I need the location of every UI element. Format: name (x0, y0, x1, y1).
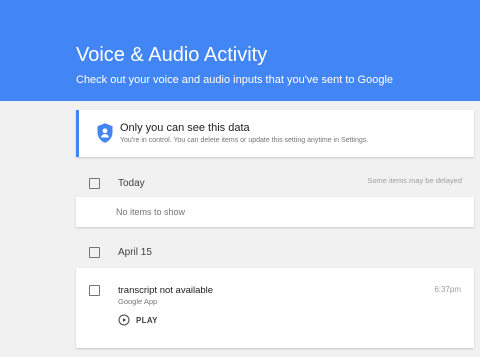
day-header-today: Today Some items may be delayed (76, 168, 474, 198)
day-header-april-15: April 15 (76, 237, 474, 267)
page-subtitle: Check out your voice and audio inputs th… (76, 74, 394, 86)
day-label-april-15: April 15 (118, 247, 152, 258)
select-item-checkbox[interactable] (89, 285, 100, 296)
privacy-notice-card: Only you can see this data You're in con… (76, 110, 474, 157)
page-title: Voice & Audio Activity (76, 44, 268, 66)
page-header: Voice & Audio Activity Check out your vo… (0, 0, 480, 101)
select-day-today-checkbox[interactable] (89, 178, 100, 189)
shield-person-icon (97, 123, 113, 143)
play-circle-icon (118, 314, 130, 326)
item-source: Google App (118, 297, 158, 306)
play-label: PLAY (136, 315, 158, 325)
select-day-april-15-checkbox[interactable] (89, 247, 100, 258)
delay-note: Some items may be delayed (367, 176, 462, 185)
activity-item[interactable]: transcript not available Google App 6:37… (76, 268, 474, 348)
day-label-today: Today (118, 178, 145, 189)
privacy-notice-title: Only you can see this data (120, 122, 250, 134)
play-button[interactable]: PLAY (118, 312, 158, 328)
item-time: 6:37pm (434, 285, 461, 294)
empty-state-card: No items to show (76, 197, 474, 227)
privacy-notice-description: You're in control. You can delete items … (120, 137, 369, 144)
empty-state-text: No items to show (116, 207, 186, 217)
item-title[interactable]: transcript not available (118, 285, 213, 296)
